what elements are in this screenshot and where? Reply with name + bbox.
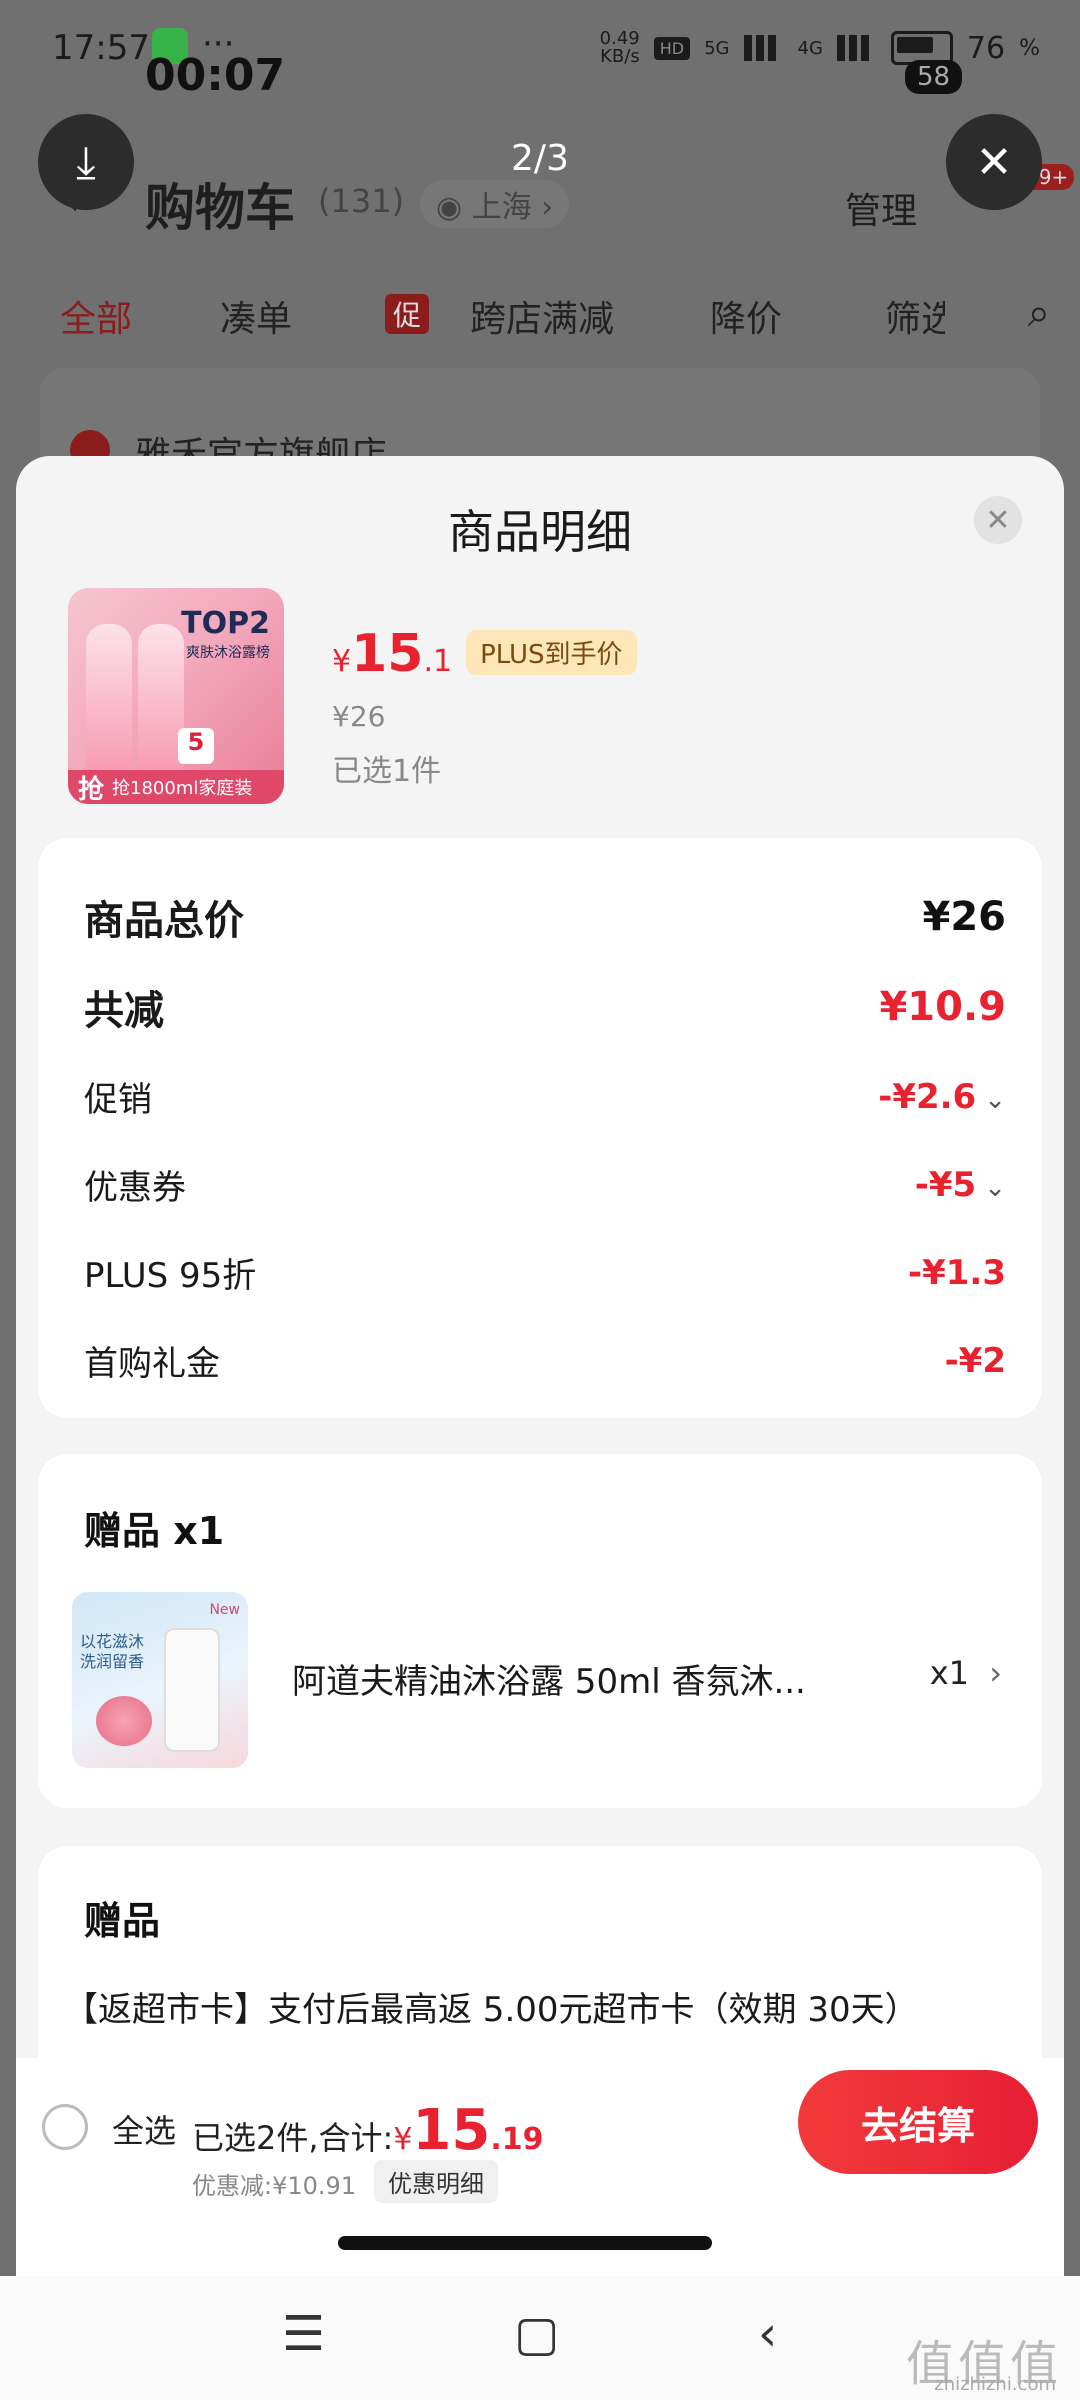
chevron-down-icon[interactable]: ⌄ xyxy=(984,1173,1006,1203)
tab-all[interactable]: 全部 xyxy=(60,290,132,342)
sim2-label: 4G xyxy=(797,37,823,59)
product-summary: TOP2 爽肤沐浴露榜 5 抢 抢1800ml家庭装 ¥ 15 .1 PLUS到… xyxy=(68,588,1024,804)
close-icon: ✕ xyxy=(985,502,1011,538)
select-all-radio[interactable] xyxy=(42,2104,88,2150)
banner-text: 抢1800ml家庭装 xyxy=(112,778,253,799)
search-icon[interactable]: ⌕ xyxy=(1028,290,1050,336)
gift-image-text: 以花滋沐 洗润留香 xyxy=(80,1632,145,1671)
total-integer: 15 xyxy=(412,2098,491,2163)
total-currency: ¥ xyxy=(393,2122,413,2157)
first-purchase-row: 首购礼金 -¥2 xyxy=(84,1336,1006,1385)
home-indicator[interactable] xyxy=(338,2236,712,2250)
coupon-label: 优惠券 xyxy=(84,1168,186,1208)
select-all-label[interactable]: 全选 xyxy=(112,2106,176,2152)
gift-image[interactable]: 以花滋沐 洗润留香 New xyxy=(72,1592,248,1768)
coupon-value: -¥5 xyxy=(914,1164,977,1205)
home-icon[interactable]: ▢ xyxy=(514,2306,559,2362)
plus-discount-value: -¥1.3 xyxy=(908,1252,1006,1293)
sheet-close-button[interactable]: ✕ xyxy=(974,496,1022,544)
product-image-top-label: TOP2 xyxy=(181,606,270,641)
gift-card: 赠品 x1 以花滋沐 洗润留香 New 阿道夫精油沐浴露 50ml 香氛沐...… xyxy=(38,1454,1042,1808)
chevron-right-icon: › xyxy=(989,1654,1002,1692)
total-label: 商品总价 xyxy=(84,898,244,944)
reduce-label: 共减 xyxy=(84,988,164,1034)
reduce-row: 共减 ¥10.9 xyxy=(84,978,1006,1036)
original-price: ¥26 xyxy=(332,700,386,733)
back-icon[interactable]: ‹ xyxy=(758,2306,777,2362)
product-image-coupon: 5 xyxy=(178,728,214,764)
menu-icon[interactable]: ☰ xyxy=(282,2306,325,2362)
checkout-button[interactable]: 去结算 xyxy=(798,2070,1038,2174)
promo-label: 促销 xyxy=(84,1080,152,1120)
price-integer: 15 xyxy=(351,624,424,684)
sheet-title: 商品明细 xyxy=(448,505,632,559)
plus-price-tag: PLUS到手价 xyxy=(466,630,637,675)
gift-name[interactable]: 阿道夫精油沐浴露 50ml 香氛沐... xyxy=(292,1654,852,1703)
location-chip[interactable]: ◉ 上海 › xyxy=(420,180,570,228)
signal-icon xyxy=(743,35,784,61)
gift-image-new: New xyxy=(209,1602,240,1618)
plus-discount-row: PLUS 95折 -¥1.3 xyxy=(84,1248,1006,1297)
gift-qty-value: x1 xyxy=(929,1654,970,1692)
checkout-summary: 已选2件,合计: ¥ 15 .19 xyxy=(192,2098,544,2163)
tab-bundle[interactable]: 凑单 xyxy=(220,290,292,342)
tab-filter[interactable]: 筛选 xyxy=(885,290,945,342)
hd-icon: HD xyxy=(653,36,691,60)
first-purchase-label: 首购礼金 xyxy=(84,1344,220,1384)
product-price-row: ¥ 15 .1 PLUS到手价 xyxy=(332,624,637,684)
cart-count: (131) xyxy=(318,182,405,220)
viewer-close-button[interactable]: ✕ xyxy=(946,114,1042,210)
sim1-label: 5G xyxy=(704,37,730,59)
total-decimal: .19 xyxy=(490,2122,544,2157)
video-badge: 58 xyxy=(905,60,963,94)
saved-amount: 优惠减:¥10.91 xyxy=(192,2172,357,2200)
plus-discount-label: PLUS 95折 xyxy=(84,1256,257,1296)
promo-icon: 促 xyxy=(385,294,430,334)
price-breakdown-card: 商品总价 ¥26 共减 ¥10.9 促销 -¥2.6 ⌄ 优惠券 -¥5 ⌄ PLU… xyxy=(38,838,1042,1418)
detail-sheet: 商品明细 ✕ TOP2 爽肤沐浴露榜 5 抢 抢1800ml家庭装 ¥ 15 .… xyxy=(16,456,1064,2276)
location-label: 上海 xyxy=(471,190,532,225)
cart-header: ‹ 购物车 (131) ◉ 上海 › 管理 ··· 99+ xyxy=(60,164,1075,248)
chevron-down-icon[interactable]: ⌄ xyxy=(984,1085,1006,1115)
reduce-value: ¥10.9 xyxy=(879,984,1006,1030)
summary-label: 已选2件,合计: xyxy=(192,2119,394,2157)
product-image[interactable]: TOP2 爽肤沐浴露榜 5 抢 抢1800ml家庭装 xyxy=(68,588,284,804)
price-decimal: .1 xyxy=(423,644,453,679)
page-indicator: 2/3 xyxy=(511,138,569,179)
battery-percent: 76 xyxy=(966,30,1006,66)
video-time: 00:07 xyxy=(145,50,286,101)
coupon-row[interactable]: 优惠券 -¥5 ⌄ xyxy=(84,1160,1006,1209)
total-row: 商品总价 ¥26 xyxy=(84,888,1006,946)
discount-detail-button[interactable]: 优惠明细 xyxy=(374,2160,498,2203)
status-right: 0.49 KB/s HD 5G 4G 76% xyxy=(599,28,1040,67)
selected-count: 已选1件 xyxy=(332,754,442,789)
promo-row[interactable]: 促销 -¥2.6 ⌄ xyxy=(84,1072,1006,1121)
tab-cross-store[interactable]: 跨店满减 xyxy=(470,290,614,342)
status-time: 17:57 xyxy=(52,28,150,68)
total-value: ¥26 xyxy=(922,894,1007,940)
manage-button[interactable]: 管理 xyxy=(845,182,917,234)
bonus-description: 【返超市卡】支付后最高返 5.00元超市卡（效期 30天） xyxy=(64,1990,919,2030)
grab-tag: 抢 xyxy=(78,774,105,805)
watermark-site: zhizhizhi.com xyxy=(934,2374,1056,2395)
first-purchase-value: -¥2 xyxy=(944,1340,1006,1381)
tab-price-drop[interactable]: 降价 xyxy=(710,290,782,342)
price-currency: ¥ xyxy=(332,644,352,679)
promo-value: -¥2.6 xyxy=(878,1076,977,1117)
product-image-banner: 抢 抢1800ml家庭装 xyxy=(68,770,284,804)
close-icon: ✕ xyxy=(975,136,1013,188)
gift-card-title: 赠品 x1 xyxy=(84,1509,225,1553)
product-image-sub-label: 爽肤沐浴露榜 xyxy=(186,645,270,661)
net-speed-unit: KB/s xyxy=(600,46,640,67)
signal-icon-2 xyxy=(836,35,877,61)
bonus-card-title: 赠品 xyxy=(84,1899,161,1943)
cart-tabs: 全部 凑单 促 跨店满减 降价 筛选 ⌕ xyxy=(60,290,1050,350)
gift-qty[interactable]: x1 › xyxy=(930,1654,1002,1692)
net-speed: 0.49 KB/s xyxy=(600,30,640,66)
